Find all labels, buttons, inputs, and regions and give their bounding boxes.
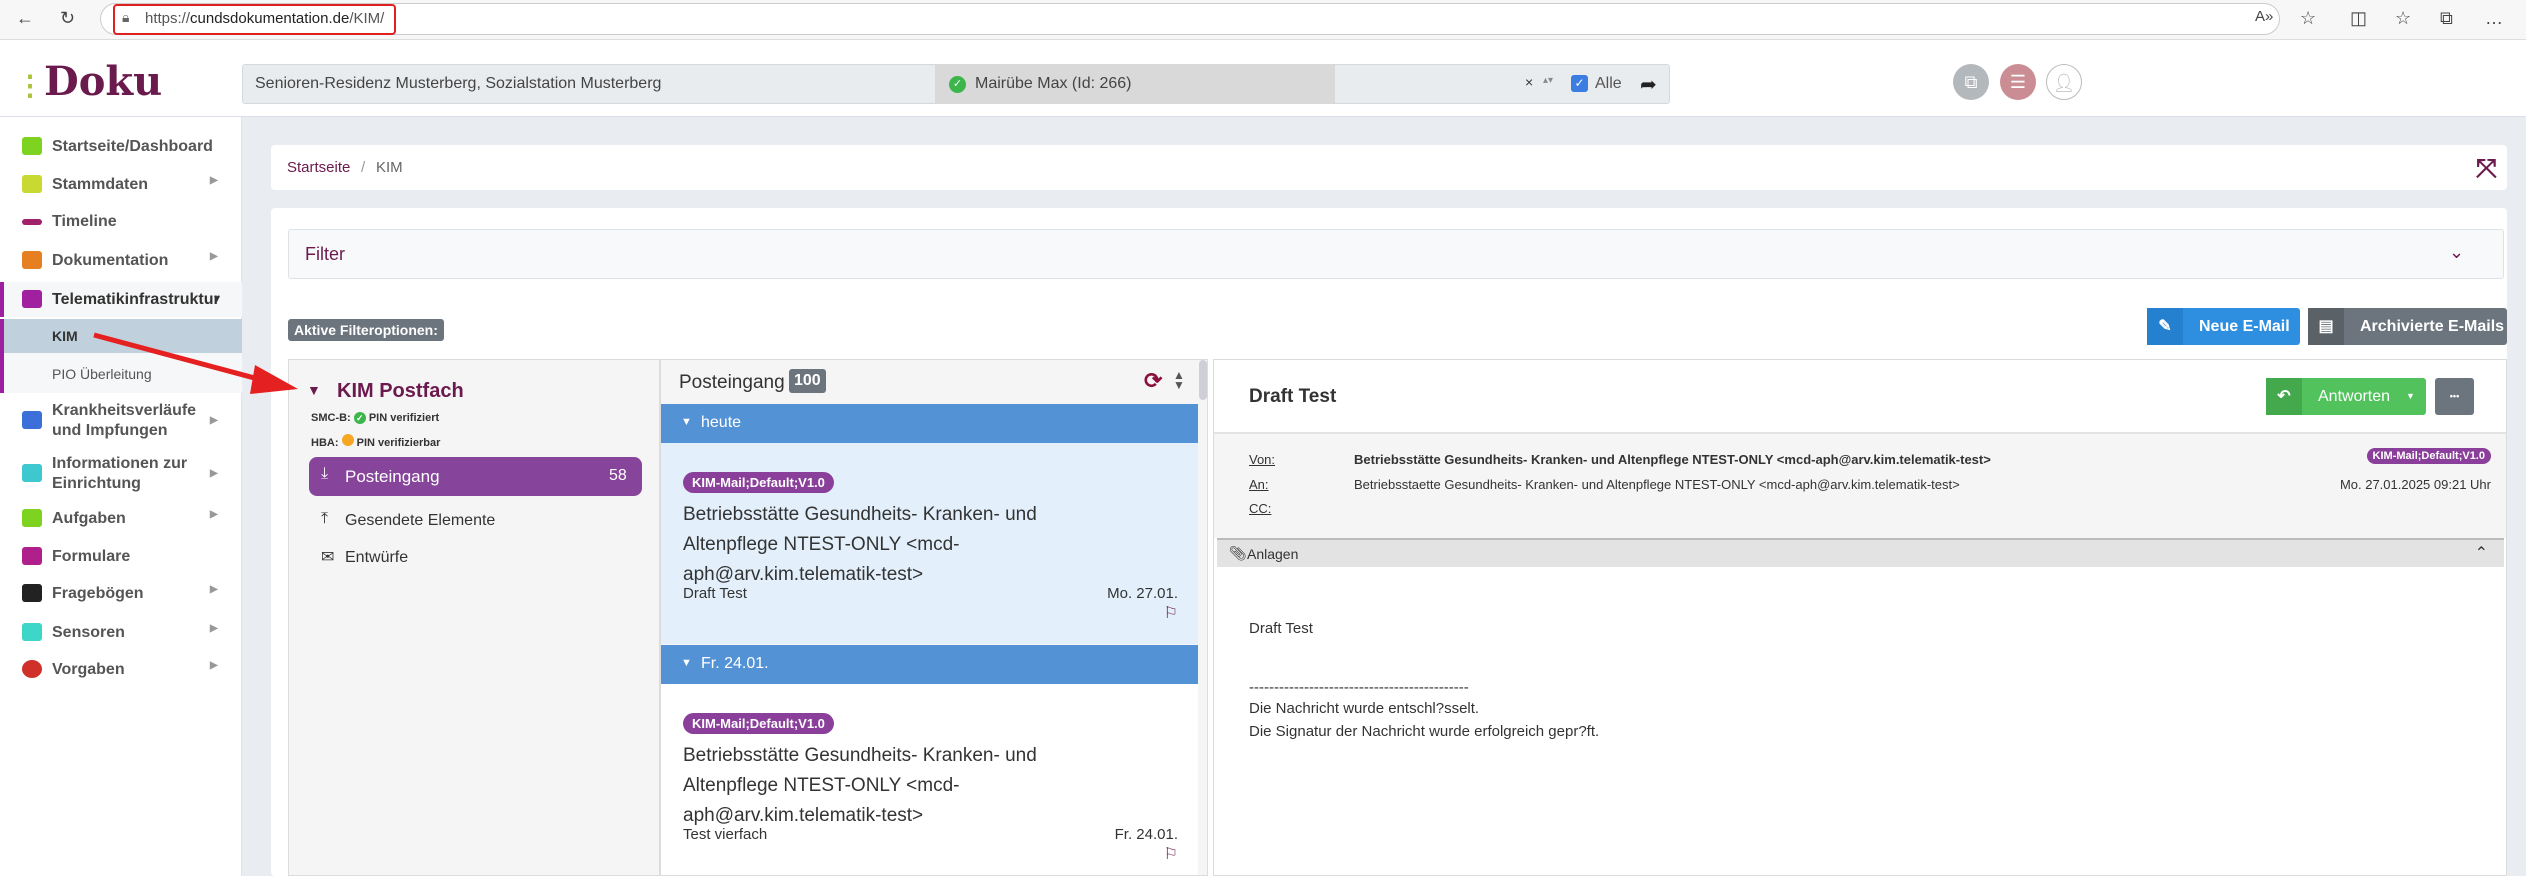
- url-highlight: [113, 4, 396, 35]
- attachments-bar[interactable]: 📎︎ Anlagen ⌃: [1217, 538, 2504, 567]
- envelope-open-icon: ✉: [321, 549, 335, 566]
- sidebar: Startseite/Dashboard Stammdaten ▶ Timelin…: [0, 117, 242, 876]
- reply-icon: ↶: [2266, 378, 2302, 415]
- filter-title: Filter: [305, 244, 345, 264]
- sort-icon[interactable]: ▴▾: [1543, 75, 1553, 86]
- split-screen-icon[interactable]: ◫: [2350, 8, 2367, 29]
- reply-button[interactable]: ↶ Antworten ▼: [2266, 378, 2426, 415]
- mail-body: Draft Test -----------------------------…: [1249, 620, 1600, 740]
- user-avatar[interactable]: 👤︎: [2046, 64, 2082, 100]
- to-label: An:: [1249, 477, 1269, 492]
- detail-date: Mo. 27.01.2025 09:21 Uhr: [2339, 477, 2491, 492]
- detail-tag: KIM-Mail;Default;V1.0: [2366, 448, 2491, 464]
- more-button[interactable]: •••: [2435, 378, 2474, 415]
- from-label: Von:: [1249, 452, 1276, 467]
- upload-icon: ⤒: [321, 510, 329, 527]
- folder-drafts[interactable]: ✉ Entwürfe: [309, 541, 642, 575]
- flag-icon[interactable]: ⚐: [1164, 603, 1178, 623]
- context-selector[interactable]: Senioren-Residenz Musterberg, Sozialstat…: [242, 64, 1670, 104]
- mail-tag: KIM-Mail;Default;V1.0: [683, 713, 834, 734]
- mail-date: Fr. 24.01.: [1114, 826, 1178, 843]
- fullscreen-icon[interactable]: ⤧: [2476, 153, 2497, 185]
- group-header-friday[interactable]: ▼ Fr. 24.01.: [661, 645, 1198, 684]
- mail-item[interactable]: KIM-Mail;Default;V1.0 Betriebsstätte Ges…: [661, 684, 1198, 875]
- chevron-double-up-icon[interactable]: ⌃: [2475, 543, 2488, 563]
- clear-icon[interactable]: ×: [1525, 74, 1533, 90]
- favorite-icon[interactable]: ☆: [2300, 8, 2316, 29]
- warning-icon: [341, 434, 354, 446]
- list-count: 100: [789, 369, 826, 393]
- smcb-status: SMC-B: ✓ PIN verifiziert: [311, 412, 440, 424]
- mail-sender: Betriebsstätte Gesundheits- Kranken- und…: [683, 745, 1037, 826]
- refresh-icon[interactable]: ⟳: [1144, 368, 1162, 394]
- active-filters-badge: Aktive Filteroptionen:: [288, 319, 444, 341]
- check-icon: ✓: [353, 412, 366, 424]
- read-aloud-icon[interactable]: A»: [2255, 8, 2273, 25]
- back-icon[interactable]: ←: [16, 8, 34, 29]
- detail-subject: Draft Test: [1249, 386, 1337, 407]
- sidebar-item-pio[interactable]: PIO Überleitung: [0, 353, 242, 393]
- check-icon: ✓: [949, 76, 966, 93]
- mail-detail-panel: Draft Test ↶ Antworten ▼ ••• Von: Betrie…: [1213, 359, 2507, 876]
- folder-sent[interactable]: ⤒ Gesendete Elemente: [309, 504, 642, 538]
- mail-subject: Draft Test: [683, 585, 747, 602]
- collapse-icon[interactable]: ▼: [307, 382, 321, 398]
- breadcrumb: Startseite / KIM ⤧: [271, 145, 2507, 190]
- chevron-down-icon[interactable]: ⌄: [2449, 242, 2464, 263]
- breadcrumb-current: KIM: [376, 159, 403, 176]
- edit-icon: ✎: [2147, 308, 2183, 345]
- archived-emails-button[interactable]: ▤ Archivierte E-Mails: [2308, 308, 2507, 345]
- cc-label: CC:: [1249, 501, 1272, 516]
- favorites-list-icon[interactable]: ☆: [2395, 8, 2411, 29]
- resident-select[interactable]: ✓ Mairübe Max (Id: 266): [935, 65, 1335, 103]
- new-email-button[interactable]: ✎ Neue E-Mail: [2147, 308, 2300, 345]
- windows-icon[interactable]: ⧉: [1953, 64, 1989, 100]
- mailbox-panel: ▼ KIM Postfach SMC-B: ✓ PIN verifiziert …: [288, 359, 660, 876]
- paperclip-icon: 📎︎: [1229, 545, 1247, 561]
- hba-status: HBA: PIN verifizierbar: [311, 434, 440, 449]
- mail-meta: Von: Betriebsstätte Gesundheits- Kranken…: [1214, 432, 2506, 538]
- scrollbar[interactable]: [1199, 360, 1207, 400]
- from-value: Betriebsstätte Gesundheits- Kranken- und…: [1354, 452, 1991, 467]
- list-title: Posteingang: [679, 372, 785, 393]
- folder-inbox[interactable]: ⤓ Posteingang 58: [309, 457, 642, 496]
- mail-list-panel: Posteingang 100 ⟳ ▲ ▼ ▼ heute KIM-Mail;Def…: [660, 359, 1208, 876]
- all-checkbox[interactable]: ✓: [1571, 75, 1588, 92]
- archive-icon: ▤: [2308, 308, 2344, 345]
- sidebar-item-kim[interactable]: KIM: [0, 319, 242, 353]
- filter-panel[interactable]: Filter ⌄: [288, 229, 2504, 279]
- flag-icon[interactable]: ⚐: [1164, 844, 1178, 864]
- mail-date: Mo. 27.01.: [1107, 585, 1178, 602]
- unread-count: 58: [609, 467, 627, 484]
- to-value: Betriebsstaette Gesundheits- Kranken- un…: [1354, 477, 1960, 492]
- list-icon[interactable]: ☰: [2000, 64, 2036, 100]
- mail-sender: Betriebsstätte Gesundheits- Kranken- und…: [683, 504, 1037, 585]
- download-icon: ⤓: [321, 465, 329, 482]
- mailbox-title: KIM Postfach: [337, 380, 464, 402]
- reload-icon[interactable]: ↻: [60, 8, 75, 29]
- mail-item[interactable]: KIM-Mail;Default;V1.0 Betriebsstätte Ges…: [661, 443, 1198, 644]
- all-label: Alle: [1595, 75, 1622, 92]
- share-icon[interactable]: ➦: [1640, 72, 1657, 97]
- breadcrumb-home[interactable]: Startseite: [287, 159, 350, 176]
- facility-select[interactable]: Senioren-Residenz Musterberg, Sozialstat…: [255, 75, 661, 93]
- more-icon[interactable]: …: [2485, 8, 2503, 29]
- group-header-today[interactable]: ▼ heute: [661, 404, 1198, 443]
- logo[interactable]: ⋮Doku: [16, 58, 162, 105]
- address-bar[interactable]: [100, 3, 2280, 35]
- breadcrumb-separator: /: [361, 159, 366, 176]
- sidebar-item-telematik[interactable]: Telematikinfrastruktur ▼: [0, 282, 242, 317]
- mail-tag: KIM-Mail;Default;V1.0: [683, 472, 834, 493]
- sort-icon[interactable]: ▲ ▼: [1173, 369, 1185, 391]
- browser-toolbar: ← ↻ 🔒︎ https://cundsdokumentation.de/KIM…: [0, 0, 2526, 40]
- mail-subject: Test vierfach: [683, 826, 768, 843]
- collections-icon[interactable]: ⧉: [2440, 8, 2453, 29]
- attachments-label: Anlagen: [1247, 546, 1299, 562]
